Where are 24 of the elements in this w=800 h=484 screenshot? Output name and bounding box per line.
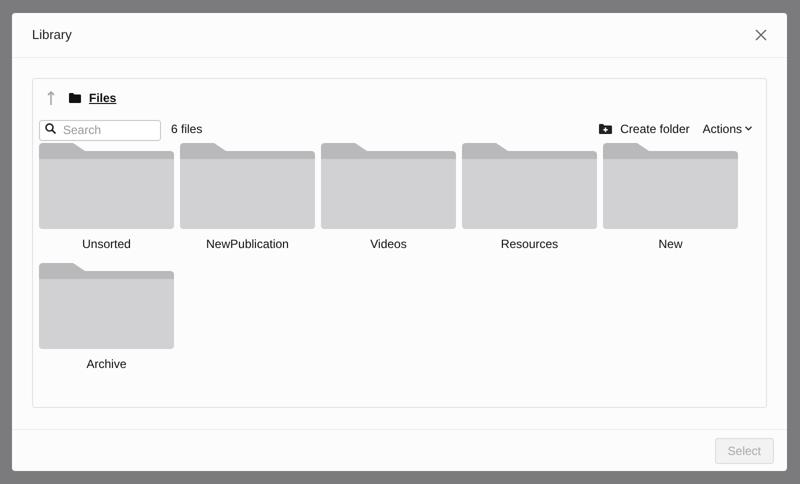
up-arrow-icon[interactable] [47,90,55,106]
folder-plus-icon [599,124,612,134]
folder-icon[interactable] [39,143,174,229]
search-icon [45,123,56,134]
file-count: 6 files [171,120,202,138]
folder-name[interactable]: Unsorted [82,235,131,253]
folder-name[interactable]: New [658,235,682,253]
folder-icon[interactable] [603,143,738,229]
folder-name[interactable]: Archive [86,355,126,373]
breadcrumb-link[interactable]: Files [89,89,116,107]
search-field[interactable]: Search [39,120,161,140]
create-folder-button[interactable]: Create folder [599,120,690,138]
close-icon[interactable] [755,29,767,41]
folder-name[interactable]: NewPublication [206,235,289,253]
chevron-down-icon [745,126,752,131]
folder-icon[interactable] [39,263,174,349]
folder-name[interactable]: Resources [500,235,558,253]
folder-icon[interactable] [321,143,456,229]
actions-button[interactable]: Actions [702,120,752,138]
folder-icon [69,93,81,103]
folder-icon[interactable] [180,143,315,229]
folder-name[interactable]: Videos [370,235,407,253]
dialog-title: Library [32,26,72,44]
folder-icon[interactable] [462,143,597,229]
